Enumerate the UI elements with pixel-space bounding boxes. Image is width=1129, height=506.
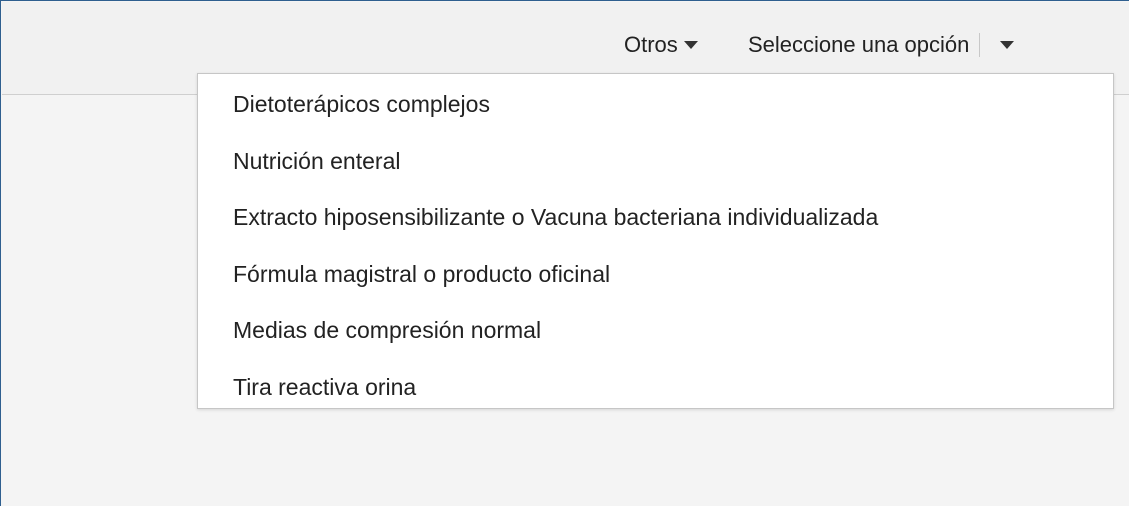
dropdown-option[interactable]: Medias de compresión normal: [198, 313, 1113, 370]
caret-down-icon[interactable]: [1000, 41, 1015, 49]
otros-label: Otros: [624, 32, 678, 57]
select-value: Seleccione una opción: [748, 32, 970, 57]
dropdown-option[interactable]: Extracto hiposensibilizante o Vacuna bac…: [198, 200, 1113, 257]
dropdown-option[interactable]: Tira reactiva orina: [198, 370, 1113, 427]
dropdown-option[interactable]: Nutrición enteral: [198, 144, 1113, 201]
otros-menu-button[interactable]: Otros: [624, 30, 698, 60]
dropdown-option[interactable]: Fórmula magistral o producto oficinal: [198, 257, 1113, 314]
select-separator: [979, 33, 981, 57]
dropdown-option[interactable]: Dietoterápicos complejos: [198, 87, 1113, 144]
options-dropdown: Dietoterápicos complejos Nutrición enter…: [197, 73, 1114, 409]
caret-down-icon: [683, 41, 698, 49]
option-select[interactable]: Seleccione una opción: [748, 30, 1015, 60]
window-frame: Otros Seleccione una opción Dietoterápic…: [0, 0, 1129, 506]
